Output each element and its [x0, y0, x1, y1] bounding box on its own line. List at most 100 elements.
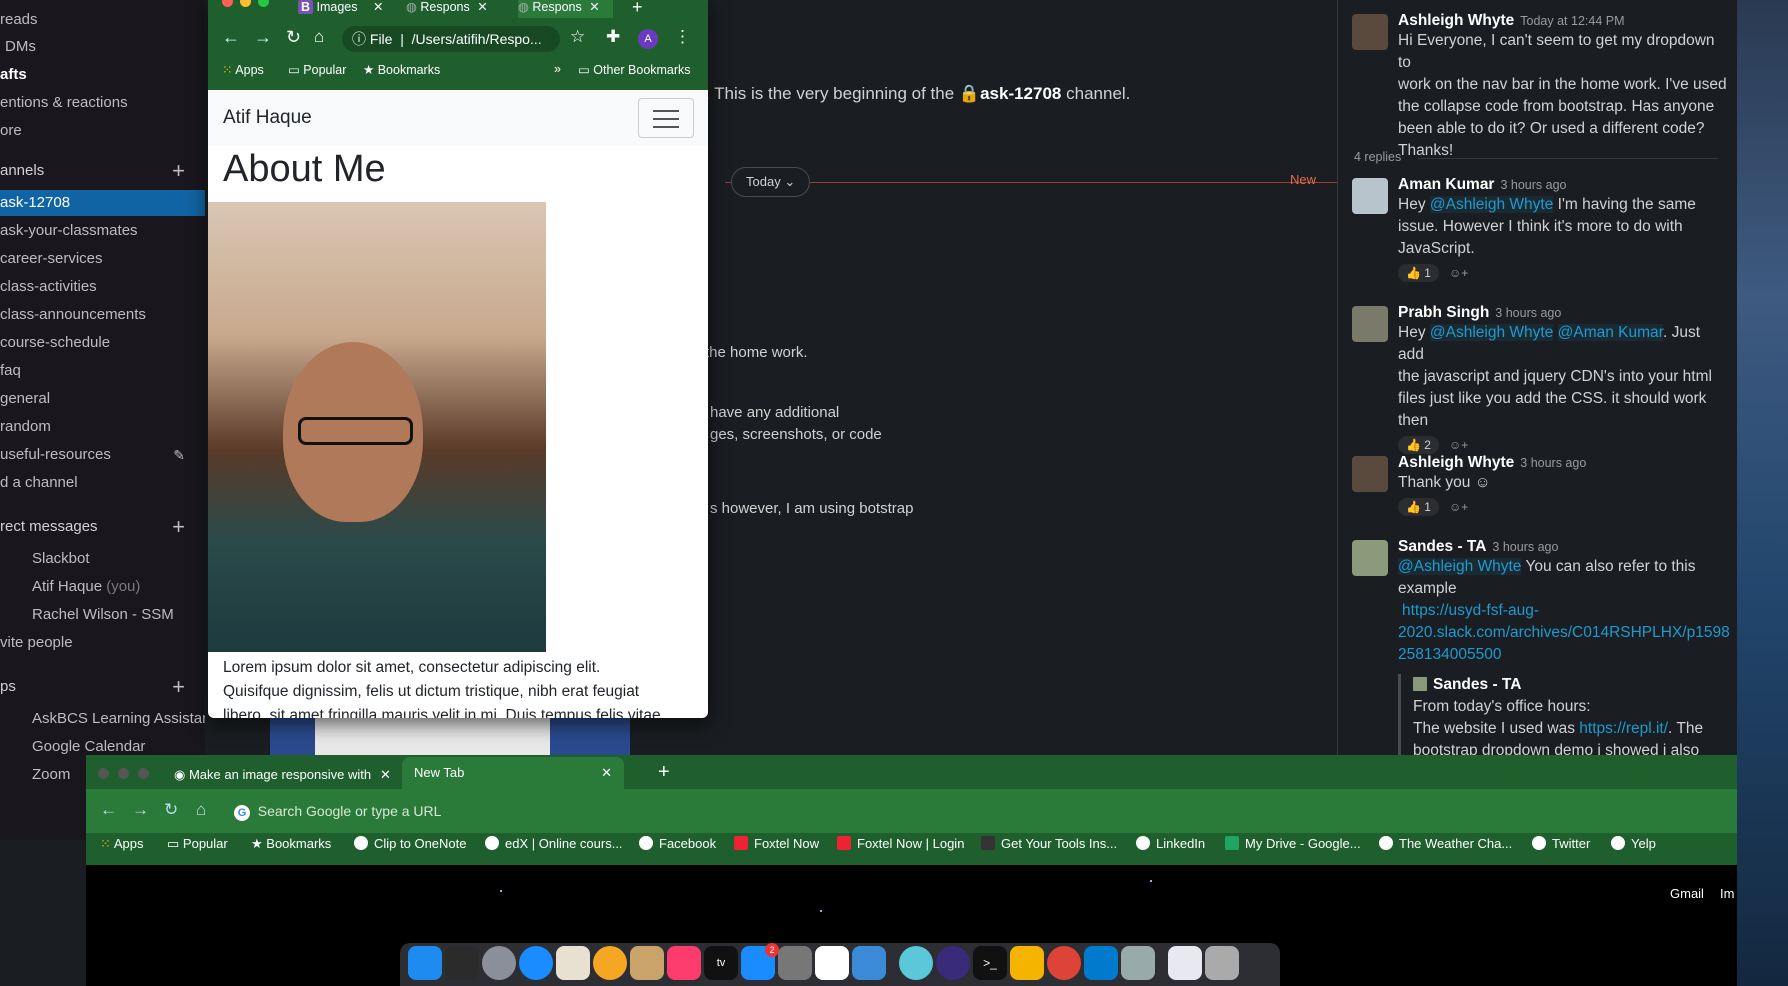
add-app-icon[interactable]: +	[172, 674, 185, 700]
tab-images[interactable]: B Images ✕	[298, 0, 398, 18]
channel-course-schedule[interactable]: course-schedule	[0, 330, 205, 356]
gmail-link[interactable]: Gmail	[1670, 886, 1704, 901]
author-name[interactable]: Sandes - TA	[1398, 538, 1486, 555]
avatar[interactable]	[1352, 306, 1388, 342]
bookmark-facebook[interactable]: Facebook	[639, 836, 716, 851]
bookmark-apps[interactable]: ⁙ Apps	[222, 62, 264, 77]
bookmark-get-your-tools[interactable]: Get Your Tools Ins...	[981, 836, 1117, 851]
dm-rachel-wilson[interactable]: Rachel Wilson - SSM	[0, 602, 205, 628]
slack-icon[interactable]	[815, 946, 849, 980]
invite-people[interactable]: vite people	[0, 630, 205, 656]
terminal-icon[interactable]: >_	[973, 946, 1007, 980]
mention[interactable]: @Ashleigh Whyte	[1429, 324, 1554, 341]
timestamp[interactable]: 3 hours ago	[1500, 178, 1566, 192]
bookmark-onenote[interactable]: Clip to OneNote	[354, 836, 467, 851]
link[interactable]: https://repl.it/	[1579, 720, 1668, 737]
channel-general[interactable]: general	[0, 386, 205, 412]
images-link[interactable]: Im	[1720, 886, 1734, 901]
dm-slackbot[interactable]: Slackbot	[0, 546, 205, 572]
dm-atif-haque[interactable]: Atif Haque (you)	[0, 574, 205, 600]
reload-icon[interactable]: ↻	[286, 27, 301, 48]
notes-icon[interactable]	[630, 946, 664, 980]
timestamp[interactable]: 3 hours ago	[1520, 456, 1586, 470]
star-icon[interactable]: ☆	[570, 27, 585, 47]
xcode-icon[interactable]	[852, 946, 886, 980]
preview-icon[interactable]	[1121, 946, 1155, 980]
channel-intro-name[interactable]: 🔒ask-12708	[959, 84, 1061, 103]
forward-icon[interactable]: →	[254, 27, 272, 48]
thumbs-up-reaction[interactable]: 👍 1	[1398, 498, 1439, 516]
link[interactable]: 2020.slack.com/archives/C014RSHPLHX/p159…	[1398, 622, 1730, 644]
tab-new-tab[interactable]: New Tab ✕	[402, 757, 624, 789]
edge-icon[interactable]	[936, 946, 970, 980]
bookmark-bookmarks[interactable]: ★ Bookmarks	[251, 836, 331, 852]
add-reaction-icon[interactable]: ☺︎+	[1449, 266, 1468, 280]
tab-responsive-2[interactable]: ◍ Respons ✕	[518, 0, 613, 18]
bookmark-yelp[interactable]: Yelp	[1611, 836, 1656, 851]
timestamp[interactable]: Today at 12:44 PM	[1520, 14, 1624, 28]
photos-icon[interactable]	[593, 946, 627, 980]
navbar-brand[interactable]: Atif Haque	[223, 107, 312, 129]
extensions-icon[interactable]: ✚	[606, 27, 620, 47]
close-tab-icon[interactable]: ✕	[589, 0, 599, 14]
timestamp[interactable]: 3 hours ago	[1495, 306, 1561, 320]
close-window-icon[interactable]	[98, 768, 109, 779]
avatar[interactable]	[1352, 178, 1388, 214]
mention[interactable]: @Ashleigh Whyte	[1429, 196, 1554, 213]
avatar[interactable]	[1352, 456, 1388, 492]
menu-icon[interactable]: ⋮	[674, 27, 691, 47]
vpn-icon[interactable]	[899, 946, 933, 980]
link[interactable]: 258134005500	[1398, 644, 1728, 666]
bookmarks-overflow[interactable]: »	[554, 62, 561, 76]
author-name[interactable]: Prabh Singh	[1398, 304, 1489, 321]
channel-class-announcements[interactable]: class-announcements	[0, 302, 205, 328]
vscode-icon[interactable]	[1084, 946, 1118, 980]
profile-avatar[interactable]: A	[638, 29, 658, 49]
address-bar[interactable]: ⓘ File | /Users/atifih/Respo...	[342, 26, 560, 52]
bookmark-twitter[interactable]: Twitter	[1532, 836, 1590, 851]
navbar-toggler[interactable]	[638, 98, 694, 138]
other-bookmarks[interactable]: ▭ Other Bookmarks	[578, 62, 691, 77]
bookmark-weather[interactable]: The Weather Cha...	[1379, 836, 1512, 851]
screenshot-preview[interactable]	[270, 715, 630, 755]
bookmark-popular[interactable]: ▭ Popular	[167, 836, 228, 852]
add-reaction-icon[interactable]: ☺︎+	[1449, 438, 1468, 452]
mission-control-icon[interactable]	[445, 946, 479, 980]
forward-icon[interactable]: →	[132, 800, 149, 820]
new-tab-icon[interactable]: +	[658, 761, 670, 784]
tv-icon[interactable]: tv	[704, 946, 738, 980]
today-pill[interactable]: Today ⌄	[731, 167, 811, 197]
bookmark-my-drive[interactable]: My Drive - Google...	[1225, 836, 1361, 851]
system-preferences-icon[interactable]	[778, 946, 812, 980]
close-tab-icon[interactable]: ✕	[380, 767, 391, 783]
close-tab-icon[interactable]: ✕	[373, 0, 383, 14]
reload-icon[interactable]: ↻	[164, 800, 178, 820]
bookmark-edx[interactable]: edX | Online cours...	[485, 836, 623, 851]
new-tab-icon[interactable]: +	[632, 0, 643, 18]
thumbs-up-reaction[interactable]: 👍 1	[1398, 264, 1439, 282]
music-icon[interactable]	[667, 946, 701, 980]
finder-icon[interactable]	[408, 946, 442, 980]
edit-icon[interactable]: ✎	[173, 442, 185, 468]
sidebar-item-dms[interactable]: DMs	[0, 34, 205, 60]
channel-ask-12708[interactable]: ask-12708	[0, 190, 205, 216]
close-tab-icon[interactable]: ✕	[477, 0, 487, 14]
tab-responsive-1[interactable]: ◍ Respons ✕	[406, 0, 501, 18]
author-name[interactable]: Ashleigh Whyte	[1398, 12, 1514, 29]
sidebar-item-more[interactable]: ore	[0, 118, 205, 144]
bookmark-apps[interactable]: ⁙ Apps	[100, 836, 143, 852]
trash-icon[interactable]	[1205, 946, 1239, 980]
back-icon[interactable]: ←	[100, 800, 117, 820]
add-dm-icon[interactable]: +	[172, 514, 185, 540]
bookmark-bookmarks[interactable]: ★ Bookmarks	[363, 62, 440, 77]
zoom-window-icon[interactable]	[138, 768, 149, 779]
mention[interactable]: @Aman Kumar	[1557, 324, 1663, 341]
channel-ask-your-classmates[interactable]: ask-your-classmates	[0, 218, 205, 244]
minimize-window-icon[interactable]	[118, 768, 129, 779]
close-tab-icon[interactable]: ✕	[601, 757, 612, 789]
avatar[interactable]	[1352, 14, 1388, 50]
bookmark-foxtel-now[interactable]: Foxtel Now	[734, 836, 819, 851]
bookmark-linkedin[interactable]: LinkedIn	[1136, 836, 1205, 851]
warning-app-icon[interactable]	[1010, 946, 1044, 980]
quote-author[interactable]: Sandes - TA	[1433, 676, 1521, 693]
